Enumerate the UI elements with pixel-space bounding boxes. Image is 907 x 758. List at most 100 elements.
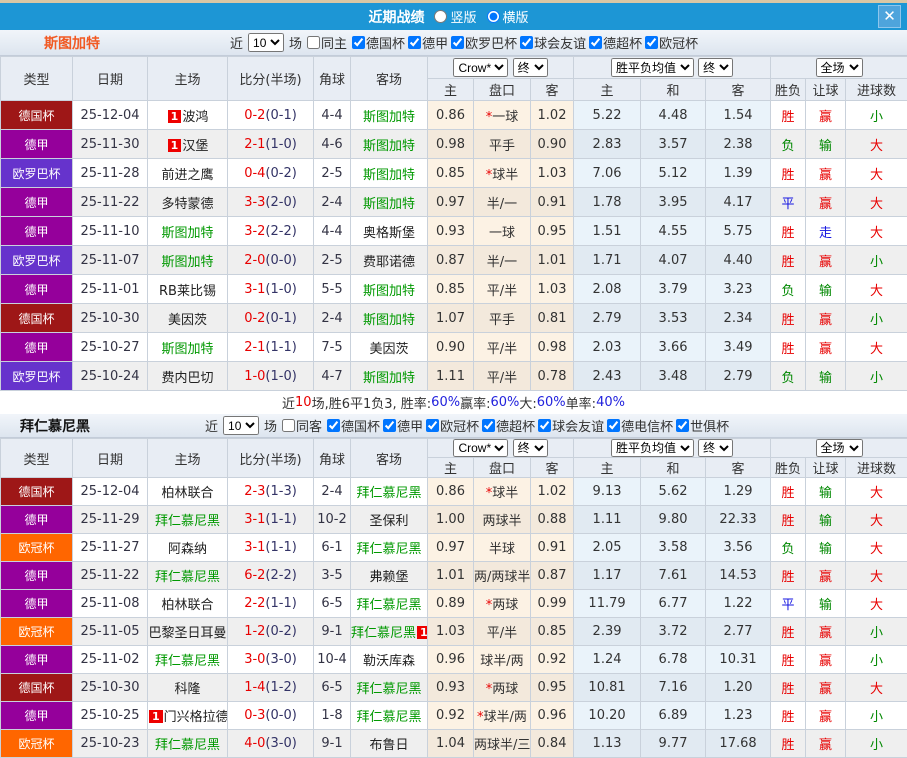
match-score: 3-1(1-1) [228, 534, 314, 562]
league-checkbox[interactable] [352, 36, 365, 49]
avg-draw-odds: 3.48 [641, 362, 706, 391]
league-filter[interactable]: 德甲 [380, 416, 423, 435]
avg-draw-odds: 6.78 [641, 646, 706, 674]
avg-draw-odds: 3.72 [641, 618, 706, 646]
league-checkbox[interactable] [520, 36, 533, 49]
league-checkbox[interactable] [426, 419, 439, 432]
league-checkbox[interactable] [645, 36, 658, 49]
avg-home-odds: 2.39 [574, 618, 641, 646]
fullgame-select[interactable]: 全场 [816, 439, 863, 457]
team2-count-select[interactable]: 10 [223, 416, 259, 435]
same-home-checkbox[interactable] [307, 36, 320, 49]
odds-home: 1.11 [428, 362, 474, 391]
odds-group-header: Crow* 终 [428, 439, 574, 458]
avg-home-odds: 9.13 [574, 478, 641, 506]
avg-home-odds: 1.71 [574, 246, 641, 275]
corner-count: 9-1 [314, 618, 351, 646]
away-team: 斯图加特 [351, 101, 428, 130]
league-filter[interactable]: 世俱杯 [673, 416, 729, 435]
col-res-goals: 进球数 [846, 79, 907, 101]
fullgame-select[interactable]: 全场 [816, 58, 863, 77]
final-select-2[interactable]: 终 [698, 439, 733, 457]
league-badge: 德甲 [1, 130, 73, 159]
result-goals: 大 [846, 188, 907, 217]
league-badge: 欧冠杯 [1, 618, 73, 646]
league-checkbox[interactable] [607, 419, 620, 432]
league-filter[interactable]: 欧冠杯 [642, 33, 698, 52]
league-filter[interactable]: 欧罗巴杯 [448, 33, 517, 52]
handicap-line: 一球 [474, 217, 531, 246]
avg-select[interactable]: 胜平负均值 [611, 58, 694, 77]
league-badge: 德甲 [1, 188, 73, 217]
result-goals: 大 [846, 275, 907, 304]
odds-home: 0.85 [428, 275, 474, 304]
odds-home: 1.07 [428, 304, 474, 333]
match-date: 25-11-30 [73, 130, 148, 159]
match-row: 德甲25-10-27斯图加特2-1(1-1)7-5美因茨0.90平/半0.982… [1, 333, 907, 362]
handicap-line: 平/半 [474, 275, 531, 304]
team1-same-home-filter[interactable]: 同主 [304, 33, 347, 52]
col-result: 胜负 [771, 458, 806, 478]
layout-radio-horizontal[interactable]: 横版 [487, 7, 529, 26]
league-filter[interactable]: 球会友谊 [517, 33, 586, 52]
league-checkbox[interactable] [451, 36, 464, 49]
final-select[interactable]: 终 [513, 439, 548, 457]
home-team: 费内巴切 [148, 362, 228, 391]
final-select-2[interactable]: 终 [698, 58, 733, 77]
company-select[interactable]: Crow* [453, 439, 508, 457]
league-badge: 德甲 [1, 562, 73, 590]
summary-segment: 10 [295, 395, 312, 410]
home-team: 阿森纳 [148, 534, 228, 562]
match-row: 欧罗巴杯25-11-07斯图加特2-0(0-0)2-5费耶诺德0.87半/一1.… [1, 246, 907, 275]
result-handicap: 输 [806, 590, 846, 618]
summary-segment: 60% [537, 395, 566, 410]
league-filter[interactable]: 德超杯 [479, 416, 535, 435]
league-checkbox[interactable] [383, 419, 396, 432]
league-badge: 德甲 [1, 506, 73, 534]
league-checkbox[interactable] [676, 419, 689, 432]
away-team: 斯图加特 [351, 159, 428, 188]
result-goals: 大 [846, 674, 907, 702]
corner-count: 2-4 [314, 304, 351, 333]
handicap-line: 半/一 [474, 188, 531, 217]
league-badge: 德甲 [1, 333, 73, 362]
league-checkbox[interactable] [538, 419, 551, 432]
horizontal-radio[interactable] [487, 10, 500, 23]
avg-group-header: 胜平负均值 终 [574, 439, 771, 458]
company-select[interactable]: Crow* [453, 58, 508, 77]
league-checkbox[interactable] [327, 419, 340, 432]
league-checkbox[interactable] [482, 419, 495, 432]
match-date: 25-11-29 [73, 506, 148, 534]
league-filter[interactable]: 德甲 [405, 33, 448, 52]
team1-league-filters: 德国杯德甲欧罗巴杯球会友谊德超杯欧冠杯 [349, 33, 698, 53]
final-select[interactable]: 终 [513, 58, 548, 77]
match-row: 德甲25-11-08柏林联合2-2(1-1)6-5拜仁慕尼黑0.89*两球0.9… [1, 590, 907, 618]
layout-radio-vertical[interactable]: 竖版 [434, 7, 476, 26]
match-date: 25-11-07 [73, 246, 148, 275]
match-row: 欧冠杯25-11-27阿森纳3-1(1-1)6-1拜仁慕尼黑0.97半球0.91… [1, 534, 907, 562]
avg-home-odds: 1.13 [574, 730, 641, 758]
league-filter[interactable]: 德超杯 [586, 33, 642, 52]
team1-count-select[interactable]: 10 [248, 33, 284, 52]
league-checkbox[interactable] [408, 36, 421, 49]
league-badge: 德甲 [1, 275, 73, 304]
handicap-line: *一球 [474, 101, 531, 130]
match-date: 25-11-10 [73, 217, 148, 246]
away-team: 拜仁慕尼黑 [351, 674, 428, 702]
league-filter[interactable]: 德电信杯 [604, 416, 673, 435]
league-checkbox[interactable] [589, 36, 602, 49]
league-filter[interactable]: 德国杯 [324, 416, 380, 435]
odds-away: 1.01 [531, 246, 574, 275]
vertical-radio[interactable] [434, 10, 447, 23]
same-away-checkbox[interactable] [282, 419, 295, 432]
away-team: 费耶诺德 [351, 246, 428, 275]
result-wdl: 平 [771, 590, 806, 618]
avg-select[interactable]: 胜平负均值 [611, 439, 694, 457]
league-filter[interactable]: 德国杯 [349, 33, 405, 52]
summary-segment: 单率: [566, 393, 596, 412]
league-filter[interactable]: 球会友谊 [535, 416, 604, 435]
league-filter[interactable]: 欧冠杯 [423, 416, 479, 435]
close-icon[interactable]: ✕ [878, 5, 901, 28]
team2-same-away-filter[interactable]: 同客 [279, 416, 322, 435]
col-score: 比分(半场) [228, 439, 314, 478]
